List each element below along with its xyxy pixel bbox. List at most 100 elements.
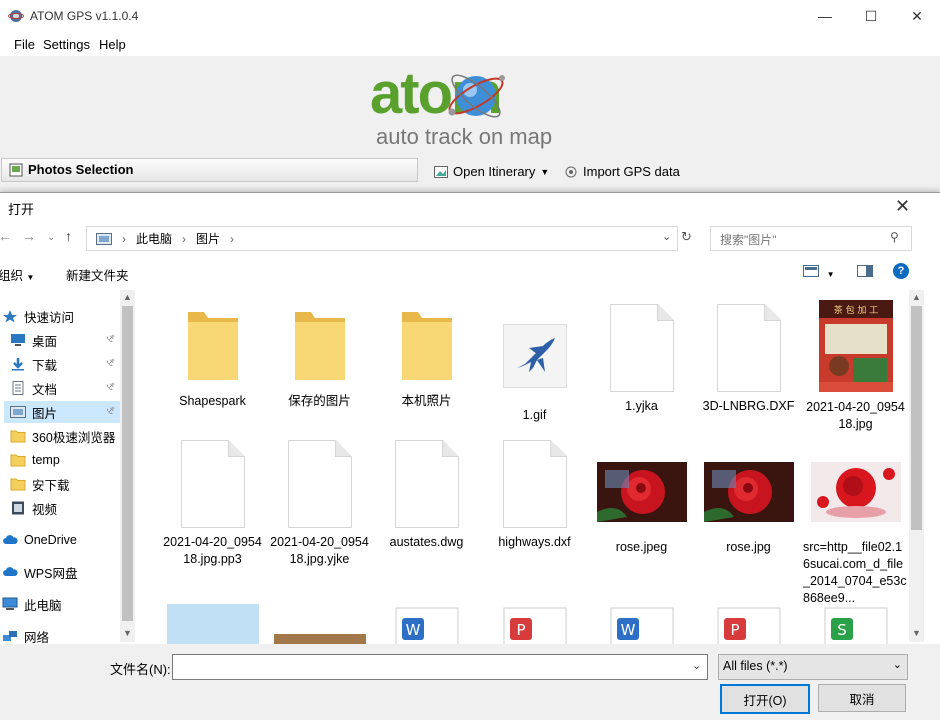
computer-icon (2, 597, 18, 611)
menu-file[interactable]: File (14, 37, 35, 52)
desktop-icon (10, 333, 26, 347)
cancel-button[interactable]: 取消 (818, 684, 906, 712)
file-item[interactable]: P (696, 604, 801, 644)
arrow-up-icon: ↑ (65, 228, 72, 244)
file-item[interactable]: P (482, 604, 587, 644)
recent-locations-button[interactable]: ⌄ (47, 232, 55, 243)
nav-item-9[interactable]: OneDrive (2, 529, 77, 551)
open-button[interactable]: 打开(O) (720, 684, 810, 714)
minimize-button[interactable]: — (802, 0, 848, 32)
file-name: rose.jpeg (589, 539, 694, 556)
file-item[interactable]: 保存的图片 (267, 302, 372, 410)
back-button[interactable]: ← (0, 228, 12, 244)
breadcrumb-pictures[interactable]: 图片 (196, 230, 220, 247)
cloud-icon (2, 565, 18, 579)
nav-item-11[interactable]: 此电脑 (2, 593, 62, 615)
video-icon (10, 501, 26, 515)
nav-item-5[interactable]: 360极速浏览器 (10, 425, 115, 447)
open-itinerary-button[interactable]: Open Itinerary ▼ (434, 164, 549, 179)
nav-item-10[interactable]: WPS网盘 (2, 561, 77, 583)
file-name: Shapespark (160, 393, 265, 410)
breadcrumb-separator: › (182, 232, 186, 246)
maximize-button[interactable]: ☐ (848, 0, 894, 32)
file-type-filter[interactable]: All files (*.*) ⌄ (718, 654, 908, 680)
nav-item-label: 图片 (32, 403, 57, 422)
scroll-up-icon[interactable]: ▲ (123, 292, 132, 302)
nav-item-label: OneDrive (24, 533, 77, 547)
file-item[interactable]: Shapespark (160, 302, 265, 410)
nav-item-2[interactable]: 下载 (10, 353, 57, 375)
spreadsheet-icon: S (803, 604, 908, 644)
document-icon (395, 440, 459, 528)
file-item[interactable]: 本机照片 (374, 302, 479, 410)
photo-icon (9, 163, 23, 177)
file-item[interactable]: rose.jpg (696, 438, 801, 556)
command-bar (0, 258, 940, 286)
import-gps-button[interactable]: Import GPS data (564, 164, 680, 179)
nav-scrollbar-thumb[interactable] (122, 306, 133, 621)
file-item[interactable] (160, 604, 265, 644)
file-item[interactable]: src=http__file02.16sucai.com_d_file_2014… (803, 438, 908, 607)
chevron-down-icon: ▼ (540, 167, 549, 177)
import-gps-label: Import GPS data (583, 164, 680, 179)
file-item[interactable]: W (374, 604, 479, 644)
file-item[interactable]: 2021-04-20_095418.jpg.pp3 (160, 438, 265, 568)
file-item[interactable]: 3D-LNBRG.DXF (696, 302, 801, 415)
breadcrumb-this-pc[interactable]: 此电脑 (136, 230, 172, 247)
star-icon (2, 309, 18, 323)
help-icon[interactable]: ? (893, 263, 909, 279)
nav-item-7[interactable]: 安下载 (10, 473, 70, 495)
nav-item-label: 下载 (32, 355, 57, 374)
nav-item-4[interactable]: 图片 (4, 401, 120, 423)
file-name: src=http__file02.16sucai.com_d_file_2014… (803, 539, 908, 607)
forward-button[interactable]: → (22, 228, 36, 244)
svg-text:S: S (837, 621, 847, 639)
preview-pane-button[interactable] (857, 265, 873, 280)
nav-item-label: 快速访问 (24, 307, 74, 326)
file-item[interactable]: rose.jpeg (589, 438, 694, 556)
svg-text:P: P (730, 621, 739, 639)
nav-item-0[interactable]: 快速访问 (2, 305, 74, 327)
close-icon: ✕ (911, 8, 923, 25)
file-item[interactable]: highways.dxf (482, 438, 587, 551)
filename-input[interactable] (172, 654, 708, 680)
preview-pane-icon (857, 265, 873, 277)
scroll-down-icon[interactable]: ▼ (123, 628, 132, 638)
file-item[interactable]: austates.dwg (374, 438, 479, 551)
file-item[interactable]: 1.gif (482, 302, 587, 424)
folder-icon (10, 453, 26, 467)
dialog-close-button[interactable]: ✕ (895, 196, 910, 217)
nav-item-8[interactable]: 视频 (10, 497, 57, 519)
file-item[interactable]: 1.yjka (589, 302, 694, 415)
nav-item-3[interactable]: 文档 (10, 377, 57, 399)
file-item[interactable]: S (803, 604, 908, 644)
up-button[interactable]: ↑ (65, 228, 72, 244)
file-item[interactable] (267, 604, 372, 644)
svg-text:P: P (516, 621, 525, 639)
word-doc-icon: W (589, 604, 694, 644)
close-button[interactable]: ✕ (894, 0, 940, 32)
chevron-down-icon[interactable]: ⌄ (692, 659, 701, 672)
folder-icon (10, 429, 26, 443)
file-item[interactable]: W (589, 604, 694, 644)
address-dropdown-button[interactable]: ⌄ (662, 230, 671, 243)
view-options-button[interactable]: ▼ (803, 265, 835, 280)
new-folder-button[interactable]: 新建文件夹 (66, 265, 129, 284)
file-item[interactable]: 茶 包 加 工2021-04-20_095418.jpg (803, 302, 908, 433)
organize-button[interactable]: 组织 ▼ (0, 265, 34, 284)
nav-item-label: 文档 (32, 379, 57, 398)
search-placeholder: 搜索"图片" (720, 231, 777, 248)
document-icon (717, 304, 781, 392)
nav-item-6[interactable]: temp (10, 449, 60, 471)
scroll-up-icon[interactable]: ▲ (912, 292, 921, 302)
chevron-down-icon: ⌄ (662, 231, 671, 243)
file-item[interactable]: 2021-04-20_095418.jpg.yjke (267, 438, 372, 568)
menu-settings[interactable]: Settings (43, 37, 90, 52)
refresh-button[interactable]: ↻ (681, 229, 692, 245)
scroll-down-icon[interactable]: ▼ (912, 628, 921, 638)
files-scrollbar-thumb[interactable] (911, 306, 922, 530)
menu-help[interactable]: Help (99, 37, 126, 52)
airplane-icon (503, 324, 567, 393)
refresh-icon: ↻ (681, 229, 692, 244)
nav-item-1[interactable]: 桌面 (10, 329, 57, 351)
